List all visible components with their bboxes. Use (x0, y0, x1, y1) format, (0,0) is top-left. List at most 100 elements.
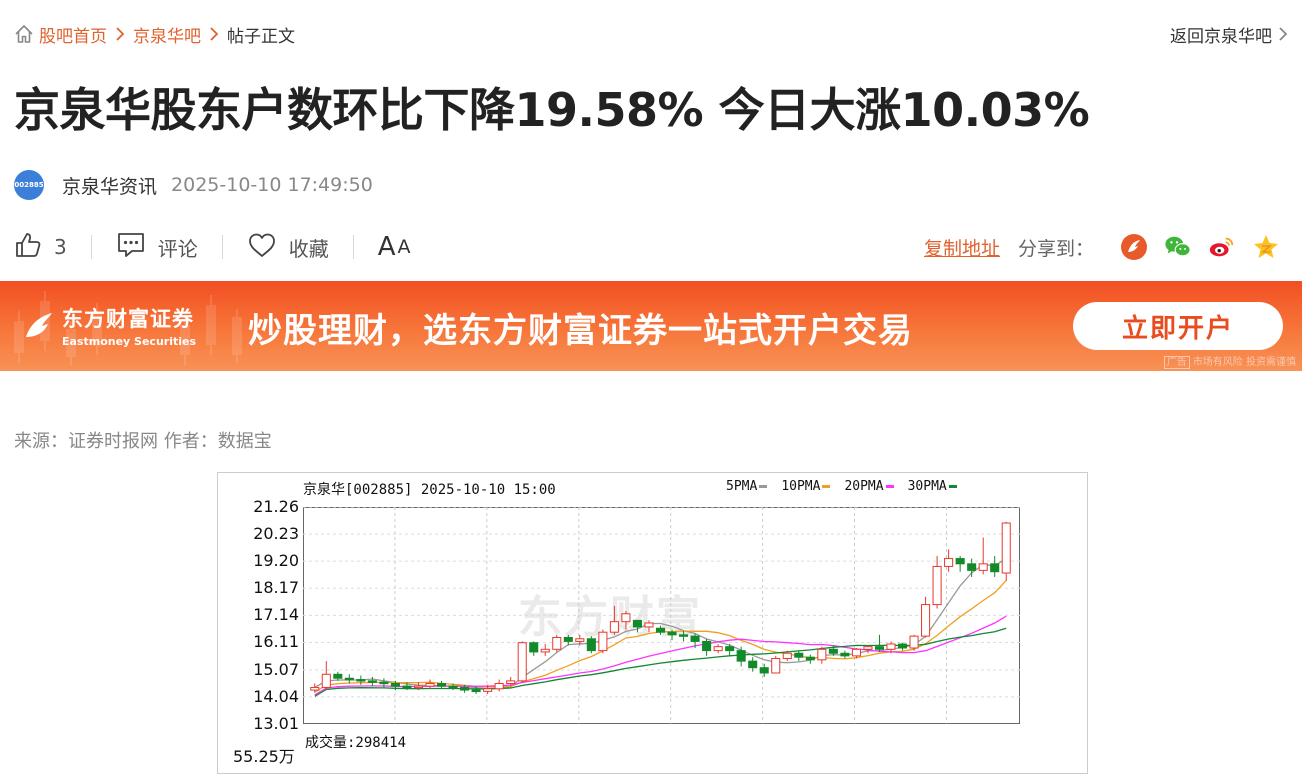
home-icon[interactable] (14, 24, 34, 44)
legend-label: 10PMA (781, 479, 821, 494)
candle-body (540, 648, 550, 653)
breadcrumb-forum-link[interactable]: 京泉华吧 (133, 22, 201, 47)
feed-share-icon[interactable] (1120, 233, 1148, 261)
candle-body (529, 642, 539, 653)
like-count: 3 (54, 235, 67, 259)
plot-frame (303, 507, 1020, 724)
legend-swatch (885, 485, 894, 488)
qzone-icon[interactable] (1252, 233, 1280, 261)
eastmoney-logo: 东方财富证券 Eastmoney Securities (22, 303, 196, 348)
avatar[interactable]: 002885 (14, 170, 44, 200)
brand-name-cn: 东方财富证券 (62, 307, 194, 331)
breadcrumb-home-link[interactable]: 股吧首页 (39, 22, 107, 47)
legend-item: 20PMA (844, 479, 894, 494)
volume-y-tick: 55.25万 (233, 747, 295, 766)
candle-body (552, 636, 562, 650)
font-size-large-glyph: A (377, 232, 396, 262)
candle-body (621, 613, 631, 623)
font-size-small-glyph: A (397, 236, 411, 258)
share-bar: 复制地址 分享到： (924, 230, 1280, 264)
article-source: 来源：证券时报网 作者：数据宝 (14, 431, 272, 452)
candle-body (448, 685, 458, 689)
y-tick-label: 16.11 (253, 632, 299, 652)
ad-banner[interactable]: 东方财富证券 Eastmoney Securities 炒股理财，选东方财富证券… (0, 281, 1302, 371)
candle-body (771, 658, 781, 674)
y-tick-label: 13.01 (253, 714, 299, 733)
candle-body (817, 648, 827, 661)
candle-body (690, 635, 700, 642)
favorite-label: 收藏 (288, 236, 329, 261)
ad-tag: 广告 (1163, 356, 1190, 369)
candle-body (425, 682, 435, 687)
banner-slogan: 炒股理财，选东方财富证券一站式开户交易 (248, 311, 913, 351)
y-tick-label: 17.14 (253, 605, 299, 625)
author-row: 002885 京泉华资讯 2025-10-10 17:49:50 (14, 170, 373, 200)
copy-link-button[interactable]: 复制地址 (924, 234, 1000, 261)
candle-body (575, 638, 585, 642)
candle-body (379, 681, 389, 685)
candle-body (517, 642, 527, 682)
y-tick-label: 20.23 (253, 524, 299, 544)
candle-body (367, 680, 377, 683)
article-title: 京泉华股东户数环比下降19.58% 今日大涨10.03% (14, 83, 1090, 137)
ad-disclaimer: 广告 市场有风险 投资需谨慎 (1163, 353, 1296, 369)
like-button[interactable]: 3 (14, 231, 67, 264)
y-tick-label: 14.04 (253, 686, 299, 706)
candle-body (679, 634, 689, 637)
candle-body (402, 685, 412, 689)
brand-name-en: Eastmoney Securities (62, 335, 197, 348)
back-link-label[interactable]: 返回京泉华吧 (1170, 22, 1272, 47)
ma-line (314, 558, 1007, 690)
candle-body (805, 656, 815, 661)
y-tick-label: 18.17 (253, 578, 299, 598)
y-tick-label: 19.20 (253, 551, 299, 571)
comment-button[interactable]: 评论 (116, 231, 198, 264)
comment-icon (116, 231, 146, 264)
candle-body (436, 682, 447, 687)
eastmoney-logo-icon (26, 312, 52, 337)
heart-icon (247, 231, 277, 264)
weibo-icon[interactable] (1208, 233, 1236, 261)
wechat-icon[interactable] (1164, 233, 1192, 261)
candle-body (725, 646, 735, 652)
candle-body (897, 643, 908, 649)
candle-body (586, 638, 596, 652)
author-name[interactable]: 京泉华资讯 (62, 172, 157, 199)
legend-swatch (948, 485, 957, 488)
share-label: 分享到： (1017, 237, 1094, 260)
candle-body (932, 565, 942, 606)
candle-body (356, 679, 366, 682)
legend-swatch (822, 485, 831, 488)
legend-swatch (759, 485, 768, 488)
candle-body (609, 621, 619, 633)
ma-line (314, 580, 1007, 693)
open-account-button[interactable]: 立即开户 (1073, 302, 1283, 350)
legend-label: 5PMA (726, 479, 758, 494)
candle-body (863, 646, 873, 650)
candle-body (990, 563, 1000, 573)
candle-body (506, 680, 516, 684)
font-size-toggle[interactable]: A A (378, 232, 411, 262)
candle-body (736, 650, 746, 662)
candle-body (874, 646, 885, 650)
candle-body (713, 646, 723, 652)
divider (90, 235, 92, 259)
candle-body (413, 685, 424, 689)
chart-legend: 5PMA 10PMA 20PMA 30PMA (726, 479, 971, 494)
candle-body (471, 689, 481, 693)
divider (352, 235, 354, 259)
candle-body (909, 635, 919, 649)
legend-item: 30PMA (908, 479, 957, 494)
candle-body (632, 619, 642, 628)
favorite-button[interactable]: 收藏 (247, 231, 329, 264)
legend-item: 5PMA (726, 479, 768, 494)
action-bar: 3 评论 收藏 A A (14, 230, 411, 264)
candle-body (748, 660, 758, 669)
candlestick-plot (303, 507, 1020, 724)
candle-body (782, 652, 792, 660)
candle-body (598, 631, 608, 652)
back-to-forum-link[interactable]: 返回京泉华吧 (1170, 22, 1288, 47)
candle-body (840, 652, 850, 657)
candle-body (967, 563, 977, 571)
candle-body (1001, 522, 1011, 574)
